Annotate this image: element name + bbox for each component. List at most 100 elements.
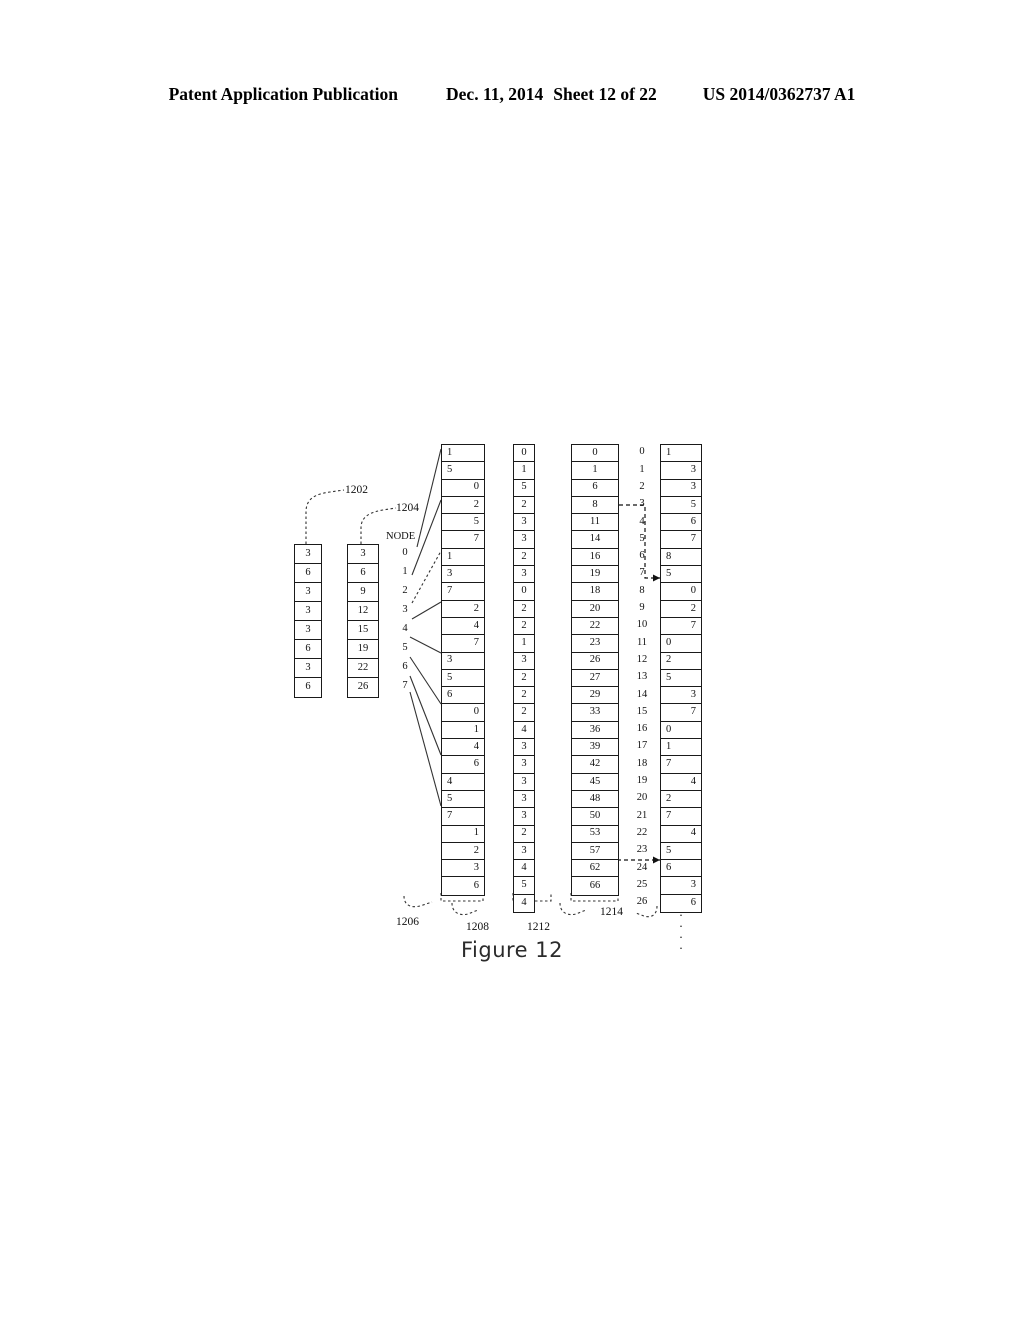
cell-col_1210-2: 5 — [514, 480, 534, 497]
index-col_node-7: 7 — [402, 680, 408, 692]
ref-label-1212: 1212 — [527, 921, 550, 933]
ref-label-1214: 1214 — [600, 906, 623, 918]
cell-col_1212-23: 57 — [572, 843, 618, 861]
index-col_index-5: 5 — [639, 532, 645, 544]
index-col_node-3: 3 — [402, 604, 408, 616]
cell-col_1210-11: 1 — [514, 635, 534, 653]
cell-col_1208-1: 5 — [442, 462, 484, 480]
ref-label-1206: 1206 — [396, 916, 419, 928]
index-col_index-15: 15 — [636, 705, 648, 717]
cell-col_1204-6: 22 — [348, 659, 378, 678]
cell-col_1214-18: 7 — [661, 756, 701, 774]
index-col_index-9: 9 — [639, 602, 645, 614]
cell-col_1210-9: 2 — [514, 601, 534, 618]
cell-col_1202-0: 3 — [295, 545, 321, 564]
cell-col_1212-25: 66 — [589, 879, 601, 891]
cell-col_1214-14: 3 — [661, 687, 701, 705]
cell-col_1208-16: 1 — [442, 722, 484, 740]
index-col_index-22: 22 — [636, 826, 648, 838]
column-1210: 015233230221322243333323454 — [513, 444, 535, 914]
cell-col_1208-6: 1 — [442, 549, 484, 567]
index-col_index-2: 2 — [639, 480, 645, 492]
cell-col_1212-7: 19 — [572, 566, 618, 584]
cell-col_1208-19: 4 — [442, 774, 484, 791]
cell-col_1214-2: 3 — [661, 480, 701, 497]
ref-label-1208: 1208 — [466, 921, 489, 933]
cell-col_1204-1: 6 — [348, 564, 378, 583]
cell-col_1208-8: 7 — [442, 583, 484, 601]
cell-col_1208-24: 3 — [442, 860, 484, 878]
cell-col_1208-21: 7 — [442, 808, 484, 826]
cell-col_1210-14: 2 — [514, 687, 534, 705]
cell-col_1208-3: 2 — [442, 497, 484, 515]
cell-col_1210-19: 3 — [514, 774, 534, 791]
cell-col_1208-11: 7 — [442, 635, 484, 653]
cell-col_1212-22: 53 — [572, 826, 618, 843]
index-col_index-14: 14 — [636, 688, 648, 700]
cell-col_1204-2: 9 — [348, 583, 378, 602]
cell-col_1204-3: 12 — [348, 602, 378, 621]
cell-col_1210-24: 4 — [514, 860, 534, 878]
cell-col_1214-21: 7 — [661, 808, 701, 826]
cell-col_1210-0: 0 — [514, 445, 534, 463]
index-col_node-1: 1 — [402, 566, 408, 578]
cell-col_1212-3: 8 — [572, 497, 618, 515]
cell-col_1202-3: 3 — [295, 602, 321, 621]
index-col_index-8: 8 — [639, 584, 645, 596]
cell-col_1212-17: 39 — [572, 739, 618, 757]
cell-col_1210-25: 5 — [514, 877, 534, 895]
index-col_node-2: 2 — [402, 585, 408, 597]
cell-col_1210-12: 3 — [514, 653, 534, 670]
cell-col_1214-11: 0 — [661, 635, 701, 653]
cell-col_1210-26: 4 — [521, 897, 527, 909]
cell-col_1202-1: 6 — [295, 564, 321, 583]
cell-col_1210-23: 3 — [514, 843, 534, 861]
cell-col_1210-10: 2 — [514, 618, 534, 636]
cell-col_1202-7: 6 — [305, 681, 311, 693]
cell-col_1214-8: 0 — [661, 583, 701, 601]
cell-col_1214-6: 8 — [661, 549, 701, 567]
figure-caption: Figure 12 — [460, 938, 563, 962]
cell-col_1214-3: 5 — [661, 497, 701, 515]
cell-col_1208-10: 4 — [442, 618, 484, 636]
cell-col_1210-13: 2 — [514, 670, 534, 688]
cell-col_1208-2: 0 — [442, 480, 484, 497]
cell-col_1208-4: 5 — [442, 514, 484, 532]
cell-col_1214-20: 2 — [661, 791, 701, 809]
index-col_index-24: 24 — [636, 861, 648, 873]
index-col_index-16: 16 — [636, 723, 648, 735]
patent-figure-12: 1202 1204 1206 1208 1212 1214 NODE 36333… — [0, 0, 1024, 1320]
cell-col_1208-9: 2 — [442, 601, 484, 618]
index-col_index-19: 19 — [636, 775, 648, 787]
index-col_index-3: 3 — [639, 498, 645, 510]
column-1204: 3 6 9 12 15 19 22 26 — [347, 544, 379, 698]
index-col_index-1: 1 — [639, 463, 645, 475]
cell-col_1214-0: 1 — [661, 445, 701, 463]
cell-col_1214-25: 3 — [661, 877, 701, 895]
cell-col_1210-4: 3 — [514, 514, 534, 532]
cell-col_1214-24: 6 — [661, 860, 701, 878]
cell-col_1214-17: 1 — [661, 739, 701, 757]
column-1202: 36333636 — [294, 544, 322, 698]
cell-col_1208-5: 7 — [442, 531, 484, 549]
cell-col_1202-2: 3 — [295, 583, 321, 602]
cell-col_1210-1: 1 — [514, 462, 534, 480]
cell-col_1204-4: 15 — [348, 621, 378, 640]
cell-col_1208-7: 3 — [442, 566, 484, 584]
index-col_node-4: 4 — [402, 623, 408, 635]
cell-col_1214-19: 4 — [661, 774, 701, 791]
cell-col_1210-8: 0 — [514, 583, 534, 601]
node-column-header: NODE — [386, 531, 416, 542]
cell-col_1208-15: 0 — [442, 704, 484, 722]
cell-col_1210-6: 2 — [514, 549, 534, 567]
column-1208: 15025713724735601464571236 — [441, 444, 485, 896]
index-col_index-7: 7 — [639, 567, 645, 579]
index-col_index-17: 17 — [636, 740, 648, 752]
index-col_node-5: 5 — [402, 642, 408, 654]
index-col_index-26: 26 — [636, 896, 648, 908]
cell-col_1214-16: 0 — [661, 722, 701, 740]
cell-col_1212-16: 36 — [572, 722, 618, 740]
column-node-index: 0 1 2 3 4 5 6 7 — [396, 544, 414, 696]
index-col_index-12: 12 — [636, 653, 648, 665]
cell-col_1214-1: 3 — [661, 462, 701, 480]
